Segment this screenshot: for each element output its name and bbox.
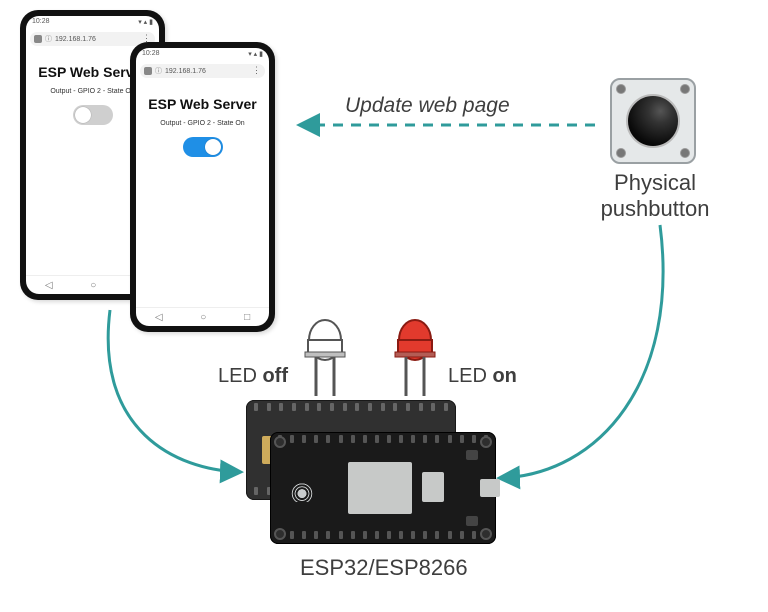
gpio-toggle[interactable] — [73, 105, 113, 125]
button-top — [466, 450, 478, 460]
home-nav-icon[interactable]: ○ — [200, 312, 206, 323]
browser-url-bar[interactable]: ⓘ 192.168.1.76 ⋮ — [30, 32, 155, 46]
gpio-toggle[interactable] — [183, 137, 223, 157]
arrow-button-to-board — [500, 225, 663, 478]
pushbutton-cap — [626, 94, 680, 148]
led-on-icon — [395, 320, 435, 396]
android-nav-bar[interactable]: ◁ ○ □ — [136, 307, 269, 326]
home-nav-icon[interactable]: ○ — [90, 280, 96, 291]
secondary-chip — [422, 472, 444, 502]
label-board: ESP32/ESP8266 — [300, 555, 468, 581]
page-title: ESP Web Server — [142, 96, 263, 112]
clock-text: 10:28 — [32, 18, 50, 30]
status-bar: 10:28 ▾ ▴ ▮ — [136, 48, 269, 62]
label-pushbutton: Physical pushbutton — [600, 170, 710, 223]
back-icon[interactable]: ◁ — [155, 312, 163, 323]
home-icon — [34, 35, 42, 43]
back-icon[interactable]: ◁ — [45, 280, 53, 291]
status-icons: ▾ ▴ ▮ — [248, 50, 263, 62]
physical-pushbutton[interactable] — [610, 78, 696, 164]
label-led-off: LED off — [218, 365, 288, 388]
home-icon — [144, 67, 152, 75]
info-icon: ⓘ — [45, 34, 52, 44]
menu-dots-icon[interactable]: ⋮ — [252, 66, 261, 75]
url-text: 192.168.1.76 — [55, 36, 96, 43]
led-off-icon — [305, 320, 345, 396]
label-led-on: LED on — [448, 365, 517, 388]
button-bot — [466, 516, 478, 526]
browser-url-bar[interactable]: ⓘ 192.168.1.76 ⋮ — [140, 64, 265, 78]
url-text: 192.168.1.76 — [165, 68, 206, 75]
status-bar: 10:28 ▾ ▴ ▮ — [26, 16, 159, 30]
arrow-phone-to-board — [108, 310, 240, 472]
info-icon: ⓘ — [155, 66, 162, 76]
clock-text: 10:28 — [142, 50, 160, 62]
main-chip — [348, 462, 412, 514]
label-update-web-page: Update web page — [345, 94, 510, 118]
board-esp-front — [270, 432, 496, 544]
output-state-text: Output - GPIO 2 - State On — [142, 120, 263, 127]
status-icons: ▾ ▴ ▮ — [138, 18, 153, 30]
usb-port — [480, 479, 500, 497]
wifi-icon — [288, 474, 316, 502]
recents-icon[interactable]: □ — [244, 312, 250, 323]
phone-on: 10:28 ▾ ▴ ▮ ⓘ 192.168.1.76 ⋮ ESP Web Ser… — [130, 42, 275, 332]
